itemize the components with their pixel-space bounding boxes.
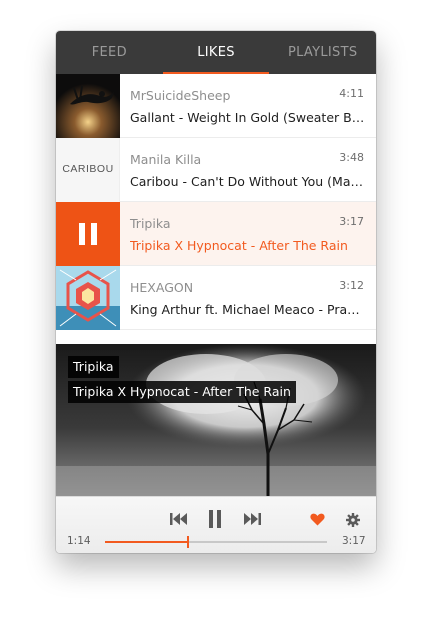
track-list: MrSuicideSheep 4:11 Gallant - Weight In … bbox=[56, 74, 376, 330]
track-artist: Manila Killa bbox=[130, 152, 202, 167]
progress-bar[interactable] bbox=[105, 536, 327, 548]
track-duration: 3:12 bbox=[339, 279, 364, 292]
progress-fill bbox=[105, 541, 188, 543]
track-duration: 3:17 bbox=[339, 215, 364, 228]
elapsed-time: 1:14 bbox=[67, 535, 91, 547]
pause-icon[interactable] bbox=[208, 510, 222, 528]
player-controls: 1:14 3:17 bbox=[56, 496, 376, 553]
now-playing-artwork: Tripika Tripika X Hypnocat - After The R… bbox=[56, 344, 376, 496]
track-artwork bbox=[56, 266, 120, 330]
track-artist: MrSuicideSheep bbox=[130, 88, 231, 103]
heart-icon[interactable] bbox=[310, 513, 325, 526]
skip-forward-icon[interactable] bbox=[243, 512, 261, 526]
total-time: 3:17 bbox=[342, 535, 366, 547]
tab-feed[interactable]: FEED bbox=[56, 31, 163, 74]
track-title: Tripika X Hypnocat - After The Rain bbox=[130, 238, 348, 253]
skip-back-icon[interactable] bbox=[170, 512, 188, 526]
track-artwork: CARIBOU bbox=[56, 138, 120, 202]
tab-feed-label: FEED bbox=[91, 45, 127, 60]
track-row[interactable]: HEXAGON 3:12 King Arthur ft. Michael Mea… bbox=[56, 266, 376, 330]
tab-playlists[interactable]: PLAYLISTS bbox=[269, 31, 376, 74]
track-row-playing[interactable]: Tripika 3:17 Tripika X Hypnocat - After … bbox=[56, 202, 376, 266]
caribou-logo: CARIBOU bbox=[62, 163, 114, 175]
track-duration: 3:48 bbox=[339, 151, 364, 164]
track-artist: HEXAGON bbox=[130, 280, 194, 295]
pause-icon[interactable] bbox=[56, 202, 120, 266]
track-row[interactable]: MrSuicideSheep 4:11 Gallant - Weight In … bbox=[56, 74, 376, 138]
track-title: King Arthur ft. Michael Meaco - Prayer bbox=[130, 302, 366, 317]
now-playing-title: Tripika X Hypnocat - After The Rain bbox=[68, 381, 296, 403]
track-row[interactable]: CARIBOU Manila Killa 3:48 Caribou - Can'… bbox=[56, 138, 376, 202]
track-duration: 4:11 bbox=[339, 87, 364, 100]
track-artwork bbox=[56, 74, 120, 138]
progress-handle[interactable] bbox=[187, 536, 189, 548]
tab-playlists-label: PLAYLISTS bbox=[287, 45, 358, 60]
track-title: Gallant - Weight In Gold (Sweater Beats … bbox=[130, 110, 366, 125]
tab-bar: FEED LIKES PLAYLISTS bbox=[56, 31, 376, 74]
now-playing-artist: Tripika bbox=[68, 356, 119, 378]
track-title: Caribou - Can't Do Without You (Manila K… bbox=[130, 174, 366, 189]
gear-icon[interactable] bbox=[346, 513, 360, 527]
track-artwork[interactable] bbox=[56, 202, 120, 266]
app-window: FEED LIKES PLAYLISTS MrSuicideSheep 4:11… bbox=[56, 31, 376, 553]
tab-likes-label: LIKES bbox=[197, 45, 235, 60]
tab-likes[interactable]: LIKES bbox=[162, 31, 270, 74]
track-artist: Tripika bbox=[130, 216, 171, 231]
